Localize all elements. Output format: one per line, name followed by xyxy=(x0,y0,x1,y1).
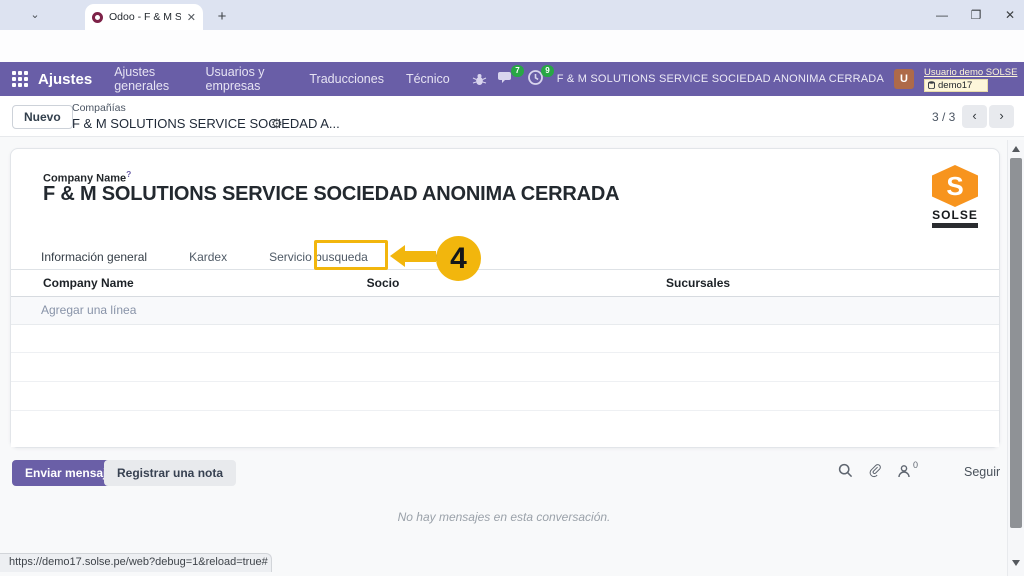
table-row xyxy=(11,411,999,447)
col-socio[interactable]: Socio xyxy=(341,276,425,290)
database-name: demo17 xyxy=(938,80,972,91)
page-scrollbar[interactable] xyxy=(1007,140,1024,576)
followers-icon[interactable]: 0 xyxy=(897,464,911,478)
activities-badge: 9 xyxy=(541,65,553,77)
database-icon xyxy=(928,81,935,89)
actions-gear-icon[interactable]: ⚙ xyxy=(271,116,283,132)
company-form-card: Company Name? F & M SOLUTIONS SERVICE SO… xyxy=(10,148,1000,448)
attachment-paperclip-icon[interactable] xyxy=(868,463,882,478)
add-line-link[interactable]: Agregar una línea xyxy=(41,303,136,317)
browser-status-bar: https://demo17.solse.pe/web?debug=1&relo… xyxy=(0,553,272,572)
breadcrumb-current: F & M SOLUTIONS SERVICE SOCIEDAD A... xyxy=(72,116,340,131)
annotation-arrow-head xyxy=(390,245,405,267)
window-close-icon[interactable]: ✕ xyxy=(993,0,1024,30)
solse-logo-icon: S xyxy=(932,165,978,207)
menu-ajustes-generales[interactable]: Ajustes generales xyxy=(114,65,183,93)
messages-icon[interactable]: 7 xyxy=(497,69,517,89)
browser-titlebar: ⌄ Odoo - F & M SOLUTIONS SER ✕ + — ❐ ✕ xyxy=(0,0,1024,30)
col-sucursales[interactable]: Sucursales xyxy=(666,276,730,290)
odoo-top-nav: Ajustes Ajustes generales Usuarios y emp… xyxy=(0,62,1024,96)
user-name: Usuario demo SOLSE xyxy=(924,67,1016,78)
company-name-value[interactable]: F & M SOLUTIONS SERVICE SOCIEDAD ANONIMA… xyxy=(43,183,619,206)
annotation-highlight-box xyxy=(314,240,388,270)
scroll-up-icon[interactable] xyxy=(1012,146,1020,152)
table-header-row: Company Name Socio Sucursales xyxy=(11,270,999,297)
pager-next-button[interactable]: › xyxy=(989,105,1014,128)
table-row xyxy=(11,382,999,411)
followers-count: 0 xyxy=(913,460,918,470)
pager-count: 3 / 3 xyxy=(932,110,955,124)
table-row xyxy=(11,325,999,353)
browser-tab[interactable]: Odoo - F & M SOLUTIONS SER ✕ xyxy=(85,4,203,30)
scroll-down-icon[interactable] xyxy=(1012,560,1020,566)
window-restore-icon[interactable]: ❐ xyxy=(959,0,993,30)
scrollbar-thumb[interactable] xyxy=(1010,158,1022,528)
follow-button[interactable]: Seguir xyxy=(964,465,1000,479)
tab-kardex[interactable]: Kardex xyxy=(189,250,227,264)
pager-previous-button[interactable]: ‹ xyxy=(962,105,987,128)
empty-conversation-message: No hay mensajes en esta conversación. xyxy=(0,510,1008,524)
app-name[interactable]: Ajustes xyxy=(38,71,92,88)
company-logo[interactable]: S SOLSE xyxy=(927,165,983,228)
tab-title: Odoo - F & M SOLUTIONS SER xyxy=(109,11,181,23)
add-line-row[interactable]: Agregar una línea xyxy=(11,297,999,325)
logo-tagline-bar xyxy=(932,223,978,228)
annotation-arrow xyxy=(404,251,436,262)
user-menu[interactable]: Usuario demo SOLSE demo17 xyxy=(924,67,1016,92)
new-record-button[interactable]: Nuevo xyxy=(12,105,73,129)
log-note-button[interactable]: Registrar una nota xyxy=(104,460,236,486)
chatter-toolbar: 0 xyxy=(838,463,911,478)
activities-icon[interactable]: 9 xyxy=(527,69,547,89)
search-messages-icon[interactable] xyxy=(838,463,853,478)
tab-informacion-general[interactable]: Información general xyxy=(41,250,147,264)
table-row xyxy=(11,353,999,382)
col-company-name[interactable]: Company Name xyxy=(43,276,134,290)
debug-bug-icon[interactable] xyxy=(472,72,487,87)
menu-tecnico[interactable]: Técnico xyxy=(406,72,450,86)
user-avatar[interactable]: U xyxy=(894,69,914,89)
odoo-favicon-icon xyxy=(92,12,103,23)
new-tab-icon[interactable]: + xyxy=(212,7,232,27)
help-marker[interactable]: ? xyxy=(126,169,131,179)
tab-search-icon[interactable]: ⌄ xyxy=(24,6,46,25)
browser-toolbar: ← → ⟳ demo17.solse.pe/web?debug=1&reload… xyxy=(0,30,1024,62)
menu-usuarios-y-empresas[interactable]: Usuarios y empresas xyxy=(206,65,288,93)
annotation-step-badge: 4 xyxy=(436,236,481,281)
active-company[interactable]: F & M SOLUTIONS SERVICE SOCIEDAD ANONIMA… xyxy=(557,73,884,85)
logo-text: SOLSE xyxy=(927,208,983,222)
breadcrumb-parent[interactable]: Compañías xyxy=(72,102,126,114)
tab-close-icon[interactable]: ✕ xyxy=(187,11,196,24)
notebook-tabs: Información general Kardex Servicio busq… xyxy=(11,244,999,270)
menu-traducciones[interactable]: Traducciones xyxy=(309,72,384,86)
messages-badge: 7 xyxy=(511,65,523,77)
window-minimize-icon[interactable]: — xyxy=(925,0,959,30)
apps-grid-icon[interactable] xyxy=(12,71,28,87)
